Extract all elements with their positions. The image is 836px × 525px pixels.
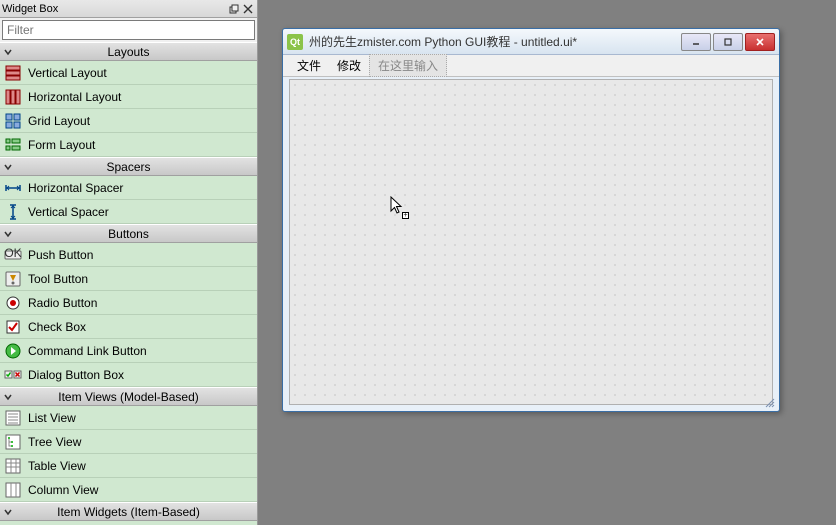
widget-item-label: Command Link Button	[28, 344, 147, 358]
widget-item-label: Dialog Button Box	[28, 368, 124, 382]
category-title: Item Views (Model-Based)	[0, 390, 257, 404]
widget-item-label: Tree View	[28, 435, 81, 449]
undock-icon[interactable]	[227, 2, 241, 16]
widget-item-label: Grid Layout	[28, 114, 90, 128]
category-title: Layouts	[0, 45, 257, 59]
designer-titlebar[interactable]: Qt 州的先生zmister.com Python GUI教程 - untitl…	[283, 29, 779, 55]
vspacer-icon	[4, 203, 22, 221]
widget-list: Layouts Vertical Layout Horizontal Layout G…	[0, 42, 257, 525]
window-buttons	[681, 33, 775, 51]
widget-item[interactable]: OK Push Button	[0, 243, 257, 267]
category-title: Spacers	[0, 160, 257, 174]
widget-item[interactable]: Dialog Button Box	[0, 363, 257, 387]
widget-item-label: List View	[28, 411, 76, 425]
chevron-down-icon	[0, 507, 16, 517]
checkbox-icon	[4, 318, 22, 336]
category-header[interactable]: Item Views (Model-Based)	[0, 387, 257, 406]
widget-item-label: Column View	[28, 483, 98, 497]
vlayout-icon	[4, 64, 22, 82]
widget-box-panel: Widget Box Layouts Vertical Layout Horizon…	[0, 0, 258, 525]
widget-item[interactable]: Horizontal Layout	[0, 85, 257, 109]
close-button[interactable]	[745, 33, 775, 51]
widget-item[interactable]: Form Layout	[0, 133, 257, 157]
widget-item-label: Vertical Spacer	[28, 205, 109, 219]
widget-item[interactable]: Check Box	[0, 315, 257, 339]
widget-item-label: Radio Button	[28, 296, 97, 310]
minimize-button[interactable]	[681, 33, 711, 51]
menu-placeholder[interactable]: 在这里输入	[369, 54, 447, 77]
widget-item-label: Horizontal Layout	[28, 90, 121, 104]
treeview-icon	[4, 433, 22, 451]
cmdlink-icon	[4, 342, 22, 360]
widget-item-label: Vertical Layout	[28, 66, 107, 80]
dlgbtnbox-icon	[4, 366, 22, 384]
category-header[interactable]: Layouts	[0, 42, 257, 61]
widget-item[interactable]: Radio Button	[0, 291, 257, 315]
designer-menubar: 文件 修改 在这里输入	[283, 55, 779, 77]
chevron-down-icon	[0, 162, 16, 172]
widget-item[interactable]: List View	[0, 406, 257, 430]
widget-item-label: Push Button	[28, 248, 93, 262]
app-icon: Qt	[287, 34, 303, 50]
resize-grip-icon[interactable]	[765, 397, 775, 407]
widget-item[interactable]: Column View	[0, 478, 257, 502]
widget-item-label: Horizontal Spacer	[28, 181, 123, 195]
widget-item[interactable]: Vertical Layout	[0, 61, 257, 85]
maximize-button[interactable]	[713, 33, 743, 51]
columnview-icon	[4, 481, 22, 499]
menu-file[interactable]: 文件	[289, 55, 329, 76]
widget-item[interactable]: Command Link Button	[0, 339, 257, 363]
designer-canvas[interactable]: +	[289, 79, 773, 405]
svg-text:OK: OK	[4, 246, 21, 260]
widget-item[interactable]: Tool Button	[0, 267, 257, 291]
widget-item[interactable]: Horizontal Spacer	[0, 176, 257, 200]
chevron-down-icon	[0, 47, 16, 57]
widget-item[interactable]: Grid Layout	[0, 109, 257, 133]
category-header[interactable]: Spacers	[0, 157, 257, 176]
pushbtn-icon: OK	[4, 246, 22, 264]
close-icon[interactable]	[241, 2, 255, 16]
widget-item[interactable]: Vertical Spacer	[0, 200, 257, 224]
category-header[interactable]: Buttons	[0, 224, 257, 243]
formlayout-icon	[4, 136, 22, 154]
toolbtn-icon	[4, 270, 22, 288]
widget-box-title: Widget Box	[2, 3, 227, 15]
hspacer-icon	[4, 179, 22, 197]
widget-item-label: Check Box	[28, 320, 86, 334]
widget-item-label: Tool Button	[28, 272, 88, 286]
chevron-down-icon	[0, 392, 16, 402]
gridlayout-icon	[4, 112, 22, 130]
tableview-icon	[4, 457, 22, 475]
widget-item[interactable]: Tree View	[0, 430, 257, 454]
widget-item[interactable]: Table View	[0, 454, 257, 478]
category-title: Item Widgets (Item-Based)	[0, 505, 257, 519]
hlayout-icon	[4, 88, 22, 106]
chevron-down-icon	[0, 229, 16, 239]
menu-modify[interactable]: 修改	[329, 55, 369, 76]
category-header[interactable]: Item Widgets (Item-Based)	[0, 502, 257, 521]
widget-box-titlebar: Widget Box	[0, 0, 257, 18]
listview-icon	[4, 409, 22, 427]
filter-input[interactable]	[2, 20, 255, 40]
designer-window: Qt 州的先生zmister.com Python GUI教程 - untitl…	[282, 28, 780, 412]
category-title: Buttons	[0, 227, 257, 241]
designer-title: 州的先生zmister.com Python GUI教程 - untitled.…	[309, 33, 681, 50]
radiobtn-icon	[4, 294, 22, 312]
widget-item-label: Table View	[28, 459, 86, 473]
widget-item-label: Form Layout	[28, 138, 95, 152]
drag-cursor-icon: +	[390, 196, 406, 219]
